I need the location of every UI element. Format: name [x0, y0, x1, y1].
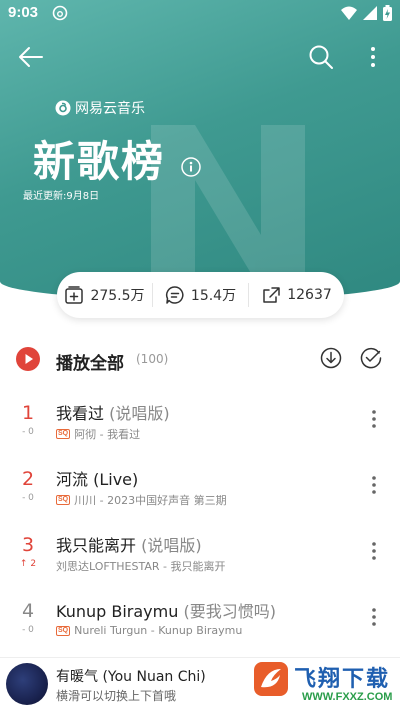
artist-album: Nureli Turgun - Kunup Biraymu — [74, 624, 243, 637]
artist-album: 川川 - 2023中国好声音 第三期 — [74, 494, 227, 507]
song-subtitle: (要我习惯吗) — [178, 602, 276, 621]
sq-badge: SQ — [56, 495, 71, 505]
watermark-text: 飞翔下载 — [294, 667, 391, 692]
song-count: (100) — [136, 352, 169, 366]
download-icon[interactable] — [320, 347, 342, 369]
rank-change: - 0 — [22, 427, 34, 437]
rank-change: - 0 — [22, 493, 34, 503]
song-title: Kunup Biraymu (要我习惯吗) — [56, 598, 276, 622]
brand: 网易云音乐 — [55, 98, 145, 118]
add-to-collection-icon — [65, 286, 84, 304]
page-title: 新歌榜 — [33, 137, 166, 186]
song-name: Kunup Biraymu — [56, 602, 179, 621]
song-meta: SQ Nureli Turgun - Kunup Biraymu — [56, 624, 242, 637]
song-title: 我只能离开 (说唱版) — [56, 532, 202, 556]
song-subtitle: (说唱版) — [104, 404, 170, 423]
song-title: 河流 (Live) — [56, 466, 138, 490]
rank-change: ↑ 2 — [19, 559, 37, 569]
wifi-icon — [341, 6, 357, 20]
multi-select-icon[interactable] — [360, 347, 382, 369]
cellular-signal-icon — [363, 6, 377, 20]
netease-music-status-icon — [52, 5, 68, 21]
song-more-icon[interactable] — [364, 604, 384, 630]
song-meta: SQ 川川 - 2023中国好声音 第三期 — [56, 492, 227, 508]
song-list: 1 - 0 我看过 (说唱版) SQ 阿彻 - 我看过 2 - 0 河流 (Liv… — [0, 386, 400, 650]
search-icon[interactable] — [306, 42, 336, 72]
play-circle-icon[interactable] — [16, 347, 40, 371]
song-title: 我看过 (说唱版) — [56, 400, 170, 424]
play-all-row[interactable]: 播放全部 (100) — [0, 336, 400, 382]
brand-name: 网易云音乐 — [75, 101, 145, 117]
back-arrow-icon[interactable] — [16, 42, 46, 72]
share-count: 12637 — [287, 287, 332, 303]
comment-count: 15.4万 — [190, 288, 237, 304]
info-icon[interactable] — [181, 157, 201, 177]
collect-button[interactable]: 275.5万 — [57, 272, 152, 318]
top-navigation-bar — [0, 38, 400, 74]
swipe-hint: 横滑可以切换上下首哦 — [56, 689, 177, 703]
song-name: 我看过 — [56, 404, 105, 423]
watermark-url: WWW.FXXZ.COM — [302, 691, 393, 703]
song-row[interactable]: 3 ↑ 2 我只能离开 (说唱版) 刘思达LOFTHESTAR - 我只能离开 — [0, 518, 400, 584]
status-time: 9:03 — [8, 4, 39, 21]
song-row[interactable]: 1 - 0 我看过 (说唱版) SQ 阿彻 - 我看过 — [0, 386, 400, 452]
album-cover[interactable] — [6, 663, 48, 705]
more-options-icon[interactable] — [362, 42, 384, 72]
rank-number: 4 — [21, 600, 35, 622]
rank-number: 3 — [21, 534, 35, 556]
status-bar: 9:03 — [0, 0, 400, 28]
sq-badge: SQ — [56, 625, 71, 636]
rank-number: 1 — [21, 402, 35, 424]
share-button[interactable]: 12637 — [249, 272, 344, 318]
artist-album: 刘思达LOFTHESTAR - 我只能离开 — [56, 560, 226, 573]
song-row[interactable]: 2 - 0 河流 (Live) SQ 川川 - 2023中国好声音 第三期 — [0, 452, 400, 518]
rank-number: 2 — [21, 468, 35, 490]
status-icons — [341, 5, 392, 21]
new-chart-watermark-icon — [151, 125, 305, 290]
stats-bar: 275.5万 15.4万 12637 — [57, 272, 344, 318]
song-meta: SQ 阿彻 - 我看过 — [56, 426, 140, 442]
collect-count: 275.5万 — [90, 288, 145, 304]
song-name: 我只能离开 — [56, 536, 137, 555]
sq-badge: SQ — [56, 429, 71, 439]
song-more-icon[interactable] — [364, 538, 384, 564]
comment-icon — [165, 286, 184, 304]
watermark-logo-icon — [254, 662, 288, 696]
song-row[interactable]: 4 - 0 Kunup Biraymu (要我习惯吗) SQ Nureli Tur… — [0, 584, 400, 650]
share-icon — [263, 287, 280, 303]
rank-change: - 0 — [22, 625, 34, 635]
comment-button[interactable]: 15.4万 — [153, 272, 248, 318]
song-more-icon[interactable] — [364, 406, 384, 432]
artist-album: 阿彻 - 我看过 — [74, 428, 141, 441]
play-all-label[interactable]: 播放全部 — [56, 349, 124, 374]
netease-music-logo-icon — [55, 100, 71, 116]
song-meta: 刘思达LOFTHESTAR - 我只能离开 — [56, 558, 225, 574]
site-watermark: 飞翔下载 WWW.FXXZ.COM — [250, 657, 400, 711]
song-name: 河流 (Live) — [56, 470, 139, 489]
now-playing-title: 有暖气 (You Nuan Chi) — [56, 669, 206, 685]
song-subtitle: (说唱版) — [136, 536, 202, 555]
song-more-icon[interactable] — [364, 472, 384, 498]
last-updated-text: 最近更新:9月8日 — [23, 191, 100, 202]
battery-charging-icon — [383, 5, 392, 21]
